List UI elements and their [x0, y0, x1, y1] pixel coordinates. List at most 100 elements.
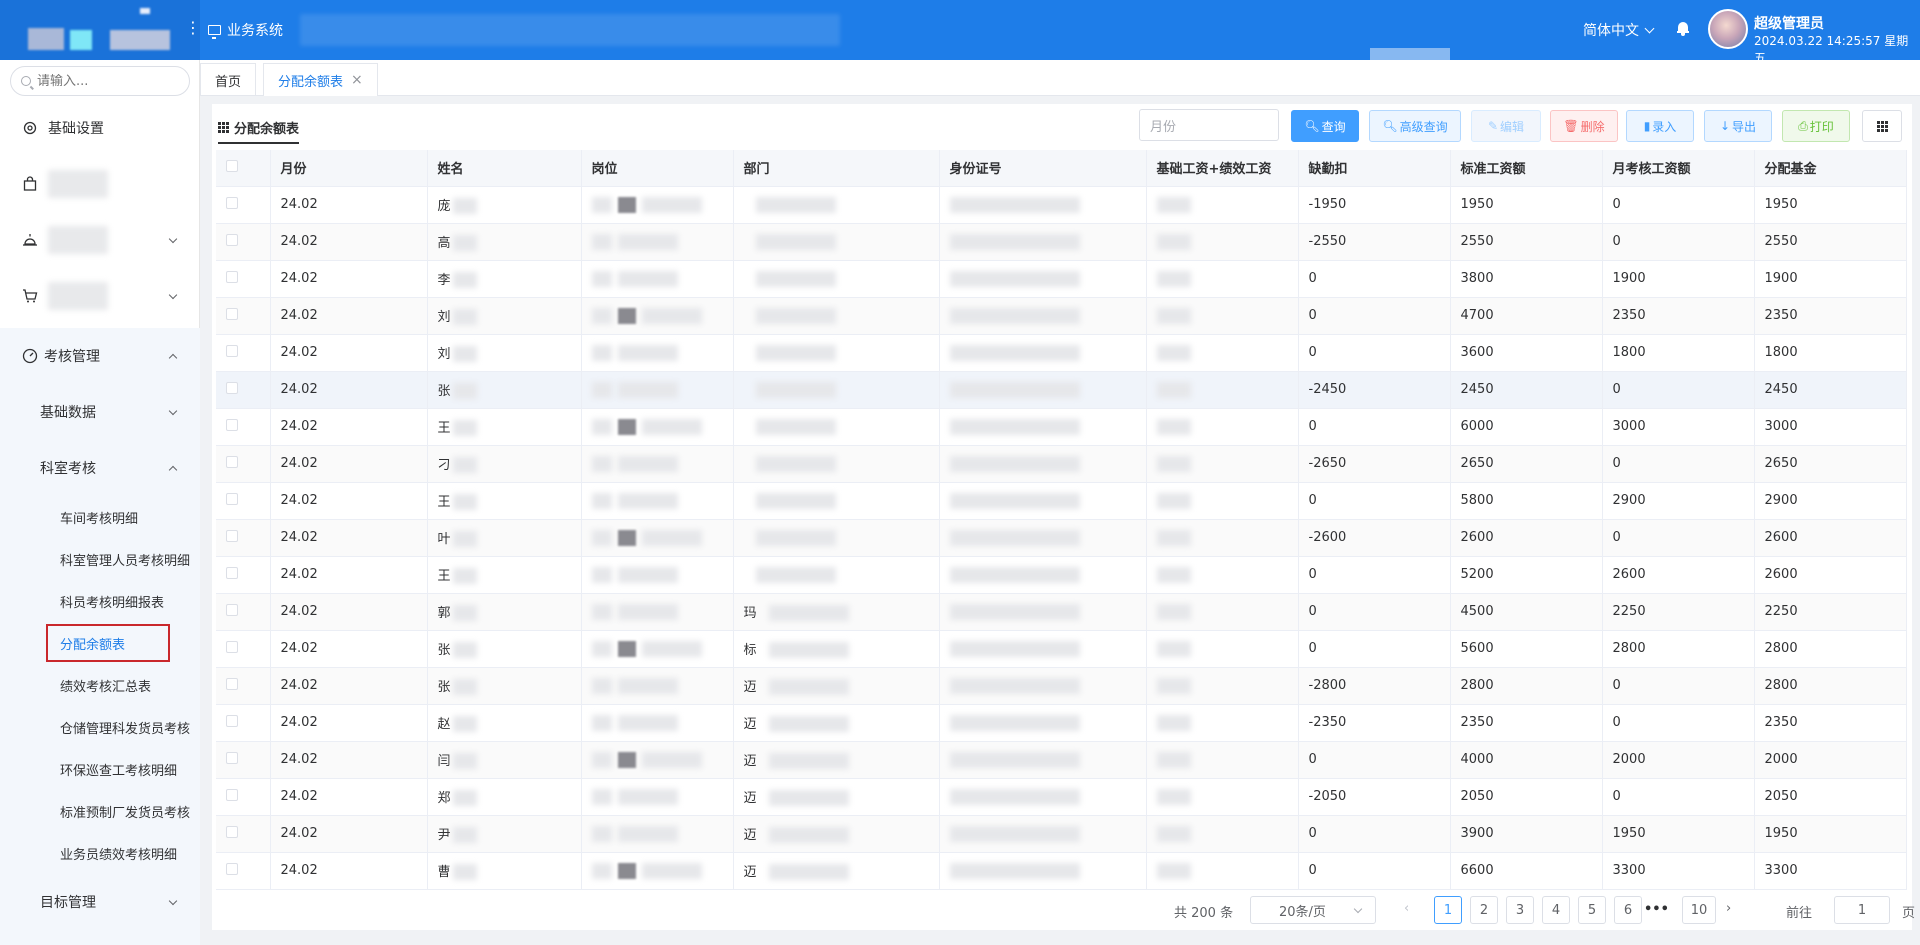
search-input[interactable]: [37, 73, 177, 89]
column-settings-button[interactable]: [1862, 110, 1902, 142]
row-checkbox[interactable]: [226, 677, 238, 690]
edit-button[interactable]: ✎ 编辑: [1471, 110, 1541, 142]
sidebar-item-basic-settings[interactable]: 基础设置: [0, 100, 200, 156]
more-pages-icon[interactable]: •••: [1644, 902, 1669, 917]
table-row[interactable]: 24.02 曹迈 0 6600 3300 3300: [216, 852, 1907, 890]
sidebar-item-basic-data[interactable]: 基础数据: [0, 384, 200, 440]
language-select[interactable]: 简体中文: [1583, 0, 1655, 60]
table-row[interactable]: 24.02 张迈 -2800 2800 0 2800: [216, 667, 1907, 705]
page-size-select[interactable]: 20条/页: [1250, 896, 1376, 924]
page-number[interactable]: 10: [1682, 896, 1716, 924]
month-filter-input[interactable]: 月份: [1139, 109, 1279, 141]
table-row[interactable]: 24.02 闫迈 0 4000 2000 2000: [216, 741, 1907, 779]
table-row[interactable]: 24.02 刘 0 3600 1800 1800: [216, 334, 1907, 372]
sidebar-subitem-clerk-report[interactable]: 科员考核明细报表: [60, 592, 164, 611]
row-checkbox[interactable]: [226, 640, 238, 653]
row-checkbox[interactable]: [226, 492, 238, 505]
table-row[interactable]: 24.02 高 -2550 2550 0 2550: [216, 223, 1907, 261]
obscured-text: [949, 381, 1080, 398]
sidebar-item-obscured-1[interactable]: [0, 156, 200, 212]
row-checkbox[interactable]: [226, 418, 238, 431]
row-checkbox[interactable]: [226, 825, 238, 838]
table-row[interactable]: 24.02 王 0 6000 3000 3000: [216, 408, 1907, 446]
table-row[interactable]: 24.02 尹迈 0 3900 1950 1950: [216, 815, 1907, 853]
cell-position: [581, 445, 734, 483]
select-all-checkbox[interactable]: [226, 159, 238, 172]
row-checkbox[interactable]: [226, 714, 238, 727]
row-checkbox[interactable]: [226, 603, 238, 616]
sidebar-item-dept-exam[interactable]: 科室考核: [0, 440, 200, 496]
sidebar-subitem-workshop-detail[interactable]: 车间考核明细: [60, 508, 138, 527]
page-number[interactable]: 4: [1542, 896, 1570, 924]
close-icon[interactable]: ×: [351, 72, 363, 88]
column-header[interactable]: 岗位: [581, 150, 734, 187]
column-header[interactable]: 部门: [733, 150, 940, 187]
sidebar-subitem-warehouse-shipper[interactable]: 仓储管理科发货员考核: [60, 718, 190, 737]
query-button[interactable]: 🔍︎ 查询: [1291, 110, 1359, 142]
table-row[interactable]: 24.02 郑迈 -2050 2050 0 2050: [216, 778, 1907, 816]
sidebar-item-obscured-3[interactable]: [0, 268, 200, 324]
user-name[interactable]: 超级管理员: [1754, 13, 1824, 33]
sidebar-item-exam-management[interactable]: 考核管理: [0, 328, 200, 384]
entry-button[interactable]: ▮ 录入: [1626, 110, 1694, 142]
print-button[interactable]: ⎙ 打印: [1782, 110, 1850, 142]
row-checkbox[interactable]: [226, 344, 238, 357]
export-button[interactable]: ↓ 导出: [1704, 110, 1772, 142]
row-checkbox[interactable]: [226, 788, 238, 801]
table-row[interactable]: 24.02 刘 0 4700 2350 2350: [216, 297, 1907, 335]
advanced-query-button[interactable]: 🔍︎ 高级查询: [1369, 110, 1461, 142]
tab-home[interactable]: 首页: [200, 63, 257, 96]
menu-search[interactable]: [10, 66, 190, 96]
sidebar-subitem-dept-manager-detail[interactable]: 科室管理人员考核明细: [60, 550, 190, 569]
row-checkbox[interactable]: [226, 233, 238, 246]
column-header[interactable]: 姓名: [427, 150, 582, 187]
sidebar-subitem-precast-shipper[interactable]: 标准预制厂发货员考核: [60, 802, 190, 821]
row-checkbox[interactable]: [226, 381, 238, 394]
column-header[interactable]: 月份: [270, 150, 428, 187]
column-header[interactable]: 标准工资额: [1450, 150, 1603, 187]
column-header[interactable]: 基础工资+绩效工资: [1146, 150, 1299, 187]
system-switch[interactable]: 业务系统: [208, 0, 283, 60]
table-row[interactable]: 24.02 赵迈 -2350 2350 0 2350: [216, 704, 1907, 742]
column-header[interactable]: 缺勤扣: [1298, 150, 1451, 187]
table-row[interactable]: 24.02 叶 -2600 2600 0 2600: [216, 519, 1907, 557]
table-row[interactable]: 24.02 刁 -2650 2650 0 2650: [216, 445, 1907, 483]
table-row[interactable]: 24.02 李 0 3800 1900 1900: [216, 260, 1907, 298]
sidebar-subitem-env-patrol[interactable]: 环保巡查工考核明细: [60, 760, 177, 779]
sidebar-subitem-performance-summary[interactable]: 绩效考核汇总表: [60, 676, 151, 695]
column-header[interactable]: 身份证号: [939, 150, 1147, 187]
table-row[interactable]: 24.02 郭玛 0 4500 2250 2250: [216, 593, 1907, 631]
row-checkbox[interactable]: [226, 307, 238, 320]
page-number[interactable]: 6: [1614, 896, 1642, 924]
table-row[interactable]: 24.02 张 -2450 2450 0 2450: [216, 371, 1907, 409]
row-checkbox[interactable]: [226, 196, 238, 209]
row-checkbox[interactable]: [226, 566, 238, 579]
row-checkbox[interactable]: [226, 862, 238, 875]
row-checkbox[interactable]: [226, 270, 238, 283]
more-menu-icon[interactable]: ⋮: [185, 18, 201, 38]
page-number[interactable]: 3: [1506, 896, 1534, 924]
column-header[interactable]: 月考核工资额: [1602, 150, 1755, 187]
obscured-text: [452, 864, 477, 881]
row-checkbox[interactable]: [226, 455, 238, 468]
table-row[interactable]: 24.02 王 0 5800 2900 2900: [216, 482, 1907, 520]
table-row[interactable]: 24.02 王 0 5200 2600 2600: [216, 556, 1907, 594]
row-checkbox[interactable]: [226, 529, 238, 542]
prev-page-button[interactable]: ‹: [1404, 901, 1409, 916]
column-header[interactable]: 分配基金: [1754, 150, 1907, 187]
sidebar-item-target-management[interactable]: 目标管理: [0, 874, 200, 930]
avatar[interactable]: [1708, 9, 1748, 49]
row-checkbox[interactable]: [226, 751, 238, 764]
table-row[interactable]: 24.02 张标 0 5600 2800 2800: [216, 630, 1907, 668]
sidebar-subitem-sales-performance[interactable]: 业务员绩效考核明细: [60, 844, 177, 863]
table-row[interactable]: 24.02 庞 -1950 1950 0 1950: [216, 186, 1907, 224]
sidebar-item-obscured-2[interactable]: [0, 212, 200, 268]
tab-balance-table[interactable]: 分配余额表 ×: [263, 63, 378, 96]
delete-button[interactable]: 🗑︎ 删除: [1550, 110, 1618, 142]
next-page-button[interactable]: ›: [1726, 901, 1731, 916]
goto-page-input[interactable]: 1: [1834, 896, 1890, 924]
page-number[interactable]: 1: [1434, 896, 1462, 924]
page-number[interactable]: 5: [1578, 896, 1606, 924]
page-number[interactable]: 2: [1470, 896, 1498, 924]
bell-icon[interactable]: [1677, 22, 1689, 36]
